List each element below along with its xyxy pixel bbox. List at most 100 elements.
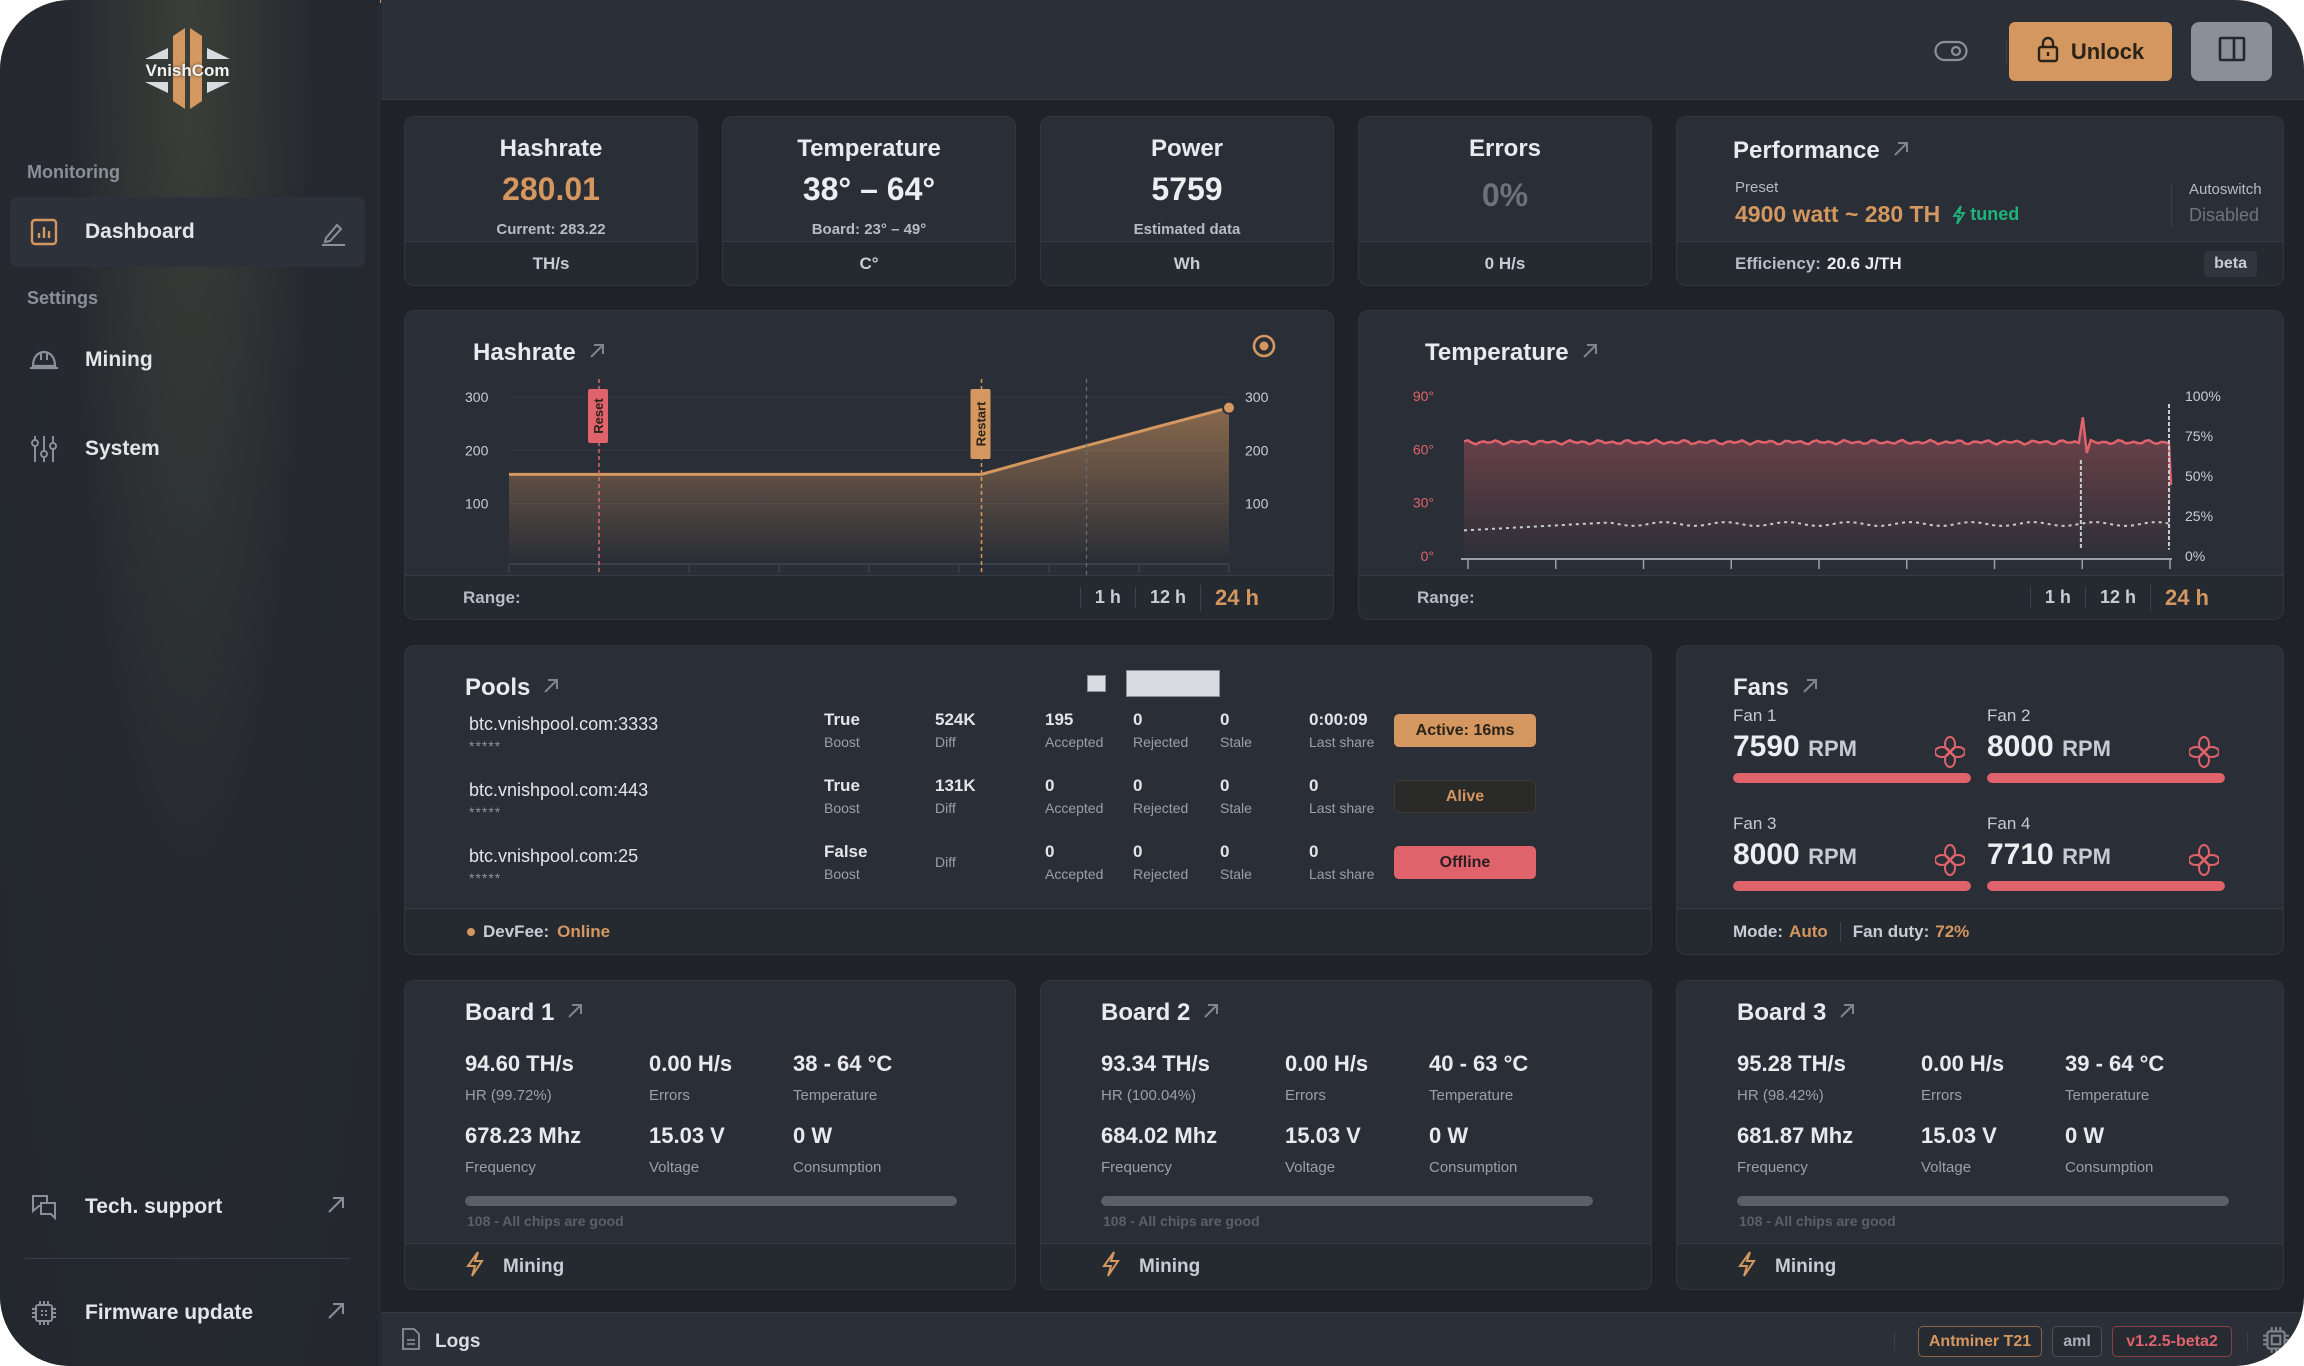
range-12h[interactable]: 12 h (2084, 587, 2150, 608)
range-24h[interactable]: 24 h (1199, 584, 1273, 611)
bolt-icon (1737, 1250, 1757, 1283)
toggle-panel-button[interactable] (2191, 22, 2272, 81)
pool-value: True (824, 710, 860, 729)
board-metric-power: 0 W Consumption (1429, 1123, 1517, 1176)
mode-label: Mode: (1733, 921, 1784, 941)
sidebar-item-firmware-update[interactable]: Firmware update (10, 1278, 365, 1348)
fan-icon (1934, 844, 1966, 881)
stat-value: 0% (1481, 177, 1529, 213)
autoswitch-value[interactable]: Disabled (2189, 205, 2259, 226)
board-status-label: Mining (1139, 1255, 1201, 1277)
panel-layout-icon (2218, 35, 2246, 68)
y-tick-right: 100 (1245, 496, 1269, 512)
metric-value: 0.00 H/s (649, 1051, 733, 1076)
hashrate-chart-title-link[interactable]: Hashrate (473, 339, 606, 367)
chip-status-text: 108 - All chips are good (1739, 1213, 1896, 1229)
metric-value: 39 - 64 °C (2065, 1051, 2165, 1076)
board-metric-hashrate: 93.34 TH/s HR (100.04%) (1101, 1051, 1210, 1104)
sliders-icon (28, 433, 60, 465)
board-title-link[interactable]: Board 1 (465, 999, 584, 1027)
metric-label: Consumption (1429, 1159, 1518, 1176)
pool-label: Boost (824, 800, 860, 816)
range-1h[interactable]: 1 h (2029, 587, 2085, 608)
pool-status-badge: Active: 16ms (1394, 714, 1536, 747)
pool-row[interactable]: btc.vnishpool.com:3333 ***** True Boost 524K… (465, 710, 1591, 780)
sidebar-item-dashboard[interactable]: Dashboard (10, 197, 365, 267)
range-label: Range: (463, 587, 521, 607)
board-metric-temp: 38 - 64 °C Temperature (793, 1051, 892, 1104)
pool-value (935, 842, 956, 854)
event-label: Reset (591, 398, 606, 434)
temperature-range-bar: Range: 1 h 12 h 24 h (1359, 575, 2283, 619)
board-card-3: Board 3 95.28 TH/s HR (98.42%) 0.00 H/s Erro… (1676, 980, 2284, 1290)
chip-settings-icon[interactable] (2261, 1325, 2291, 1360)
sidebar-item-tech-support[interactable]: Tech. support (10, 1172, 365, 1242)
sidebar-item-label: Mining (85, 348, 153, 371)
fan-name: Fan 3 (1733, 814, 1777, 833)
fans-title-link[interactable]: Fans (1733, 674, 1819, 702)
logo[interactable]: VnishCom (140, 26, 235, 111)
chip-health-fill (465, 1196, 957, 1206)
card-title: Performance (1733, 137, 1880, 164)
pools-title-link[interactable]: Pools (465, 674, 560, 702)
range-24h[interactable]: 24 h (2149, 584, 2223, 611)
y-tick-left: 0° (1421, 548, 1434, 564)
metric-value: 94.60 TH/s (465, 1051, 574, 1076)
range-12h[interactable]: 12 h (1134, 587, 1200, 608)
logs-button[interactable]: Logs (401, 1327, 480, 1357)
fans-card: Fans Fan 1 7590 RPM Fan 2 8000 RPM Fan 3 8000… (1676, 645, 2284, 955)
stat-unit: TH/s (405, 241, 697, 285)
redacted-block (1126, 670, 1220, 697)
current-point[interactable] (1222, 400, 1236, 415)
fan-name: Fan 2 (1987, 706, 2031, 725)
pool-value: 0 (1133, 842, 1143, 861)
pool-row[interactable]: btc.vnishpool.com:25 ***** False Boost Diff 0… (465, 842, 1591, 912)
pool-row[interactable]: btc.vnishpool.com:443 ***** True Boost 131K D… (465, 776, 1591, 846)
fan-speed-fill (1733, 773, 1971, 783)
topbar-divider (2006, 40, 2007, 64)
metric-value: 93.34 TH/s (1101, 1051, 1210, 1076)
chip-health-bar (1101, 1196, 1593, 1206)
sidebar-divider (25, 1258, 350, 1259)
board-card-2: Board 2 93.34 TH/s HR (100.04%) 0.00 H/s Err… (1040, 980, 1652, 1290)
temperature-area (1464, 417, 2171, 556)
board-title-link[interactable]: Board 2 (1101, 999, 1220, 1027)
status-dot (467, 927, 475, 936)
edit-pencil-icon[interactable] (319, 219, 347, 252)
stat-sub: Board: 23° – 49° (811, 221, 927, 238)
temperature-chart-title-link[interactable]: Temperature (1425, 339, 1599, 367)
pool-value: 0 (1309, 776, 1319, 795)
unlock-button[interactable]: Unlock (2009, 22, 2172, 81)
pool-value: True (824, 776, 860, 795)
metric-value: 40 - 63 °C (1429, 1051, 1529, 1076)
fan-item: Fan 3 8000 RPM (1733, 814, 1971, 894)
performance-title-link[interactable]: Performance (1733, 137, 1910, 165)
metric-label: HR (99.72%) (465, 1087, 552, 1104)
target-icon[interactable] (1251, 333, 1277, 364)
logs-label: Logs (435, 1331, 481, 1352)
stat-sub: Current: 283.22 (496, 221, 606, 238)
pool-user: ***** (469, 738, 502, 754)
fan-item: Fan 4 7710 RPM (1987, 814, 2225, 894)
board-status: Mining (405, 1243, 1015, 1289)
pool-label: Accepted (1045, 866, 1104, 882)
metric-value: 15.03 V (1921, 1123, 1997, 1148)
metric-label: HR (98.42%) (1737, 1087, 1824, 1104)
logo-text: VnishCom (145, 61, 230, 80)
sidebar-item-system[interactable]: System (10, 414, 365, 484)
theme-toggle-icon[interactable] (1934, 40, 1968, 67)
board-card-1: Board 1 94.60 TH/s HR (99.72%) 0.00 H/s Erro… (404, 980, 1016, 1290)
range-1h[interactable]: 1 h (1079, 587, 1135, 608)
bottom-bar: Logs Antminer T21 aml v1.2.5-beta2 (381, 1312, 2304, 1366)
board-metric-hashrate: 95.28 TH/s HR (98.42%) (1737, 1051, 1846, 1104)
y-tick-left: 200 (465, 442, 489, 458)
pool-value: 0 (1220, 842, 1230, 861)
hashrate-chart-card: Hashrate 10010020020030030010:0011:0012:… (404, 310, 1334, 620)
board-title-link[interactable]: Board 3 (1737, 999, 1856, 1027)
fan-duty-label: Fan duty: (1852, 921, 1930, 941)
sidebar-item-label: Dashboard (85, 220, 195, 243)
pool-value: 0 (1220, 776, 1230, 795)
fans-footer: Mode: Auto Fan duty: 72% (1677, 908, 2283, 954)
pool-label: Last share (1309, 866, 1375, 882)
sidebar-item-mining[interactable]: Mining (10, 325, 365, 395)
